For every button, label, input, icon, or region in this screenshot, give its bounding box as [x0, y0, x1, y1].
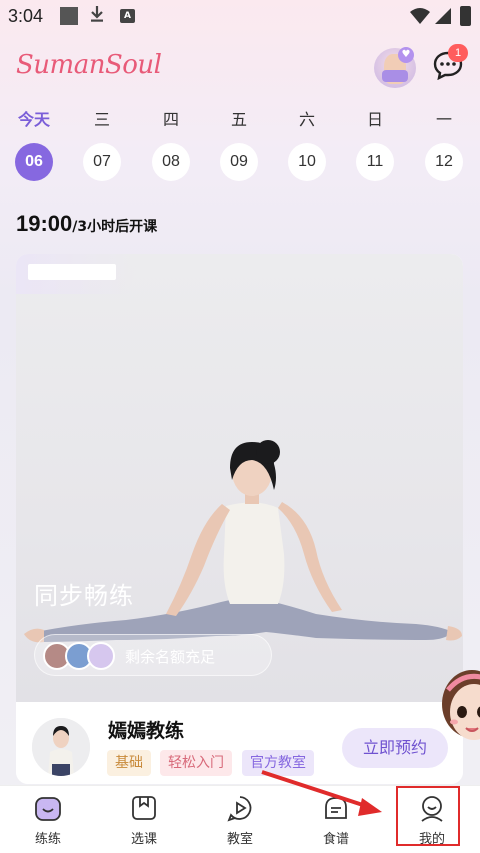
date-11[interactable]: 11	[356, 143, 394, 181]
weekday-label: 日	[366, 110, 383, 129]
coach-avatar[interactable]	[32, 718, 90, 776]
nav-practice[interactable]: 练练	[0, 786, 96, 853]
class-card[interactable]: 同步畅练 剩余名额充足 嫣嫣教练 基础 轻松入门 官方教室 立即预约	[16, 254, 463, 784]
wifi-icon	[410, 8, 430, 24]
weekday-label: 四	[162, 110, 179, 129]
class-hero-image[interactable]: 同步畅练 剩余名额充足	[16, 254, 463, 702]
class-title: 同步畅练	[34, 582, 134, 610]
nav-course-select[interactable]: 选课	[96, 786, 192, 853]
avatar-figure-belt	[382, 70, 408, 82]
signal-icon	[435, 8, 451, 24]
coach-info: 嫣嫣教练 基础 轻松入门 官方教室 立即预约	[16, 702, 463, 784]
mascot-character[interactable]	[438, 660, 480, 760]
date-08[interactable]: 08	[152, 143, 190, 181]
notification-square-icon	[60, 7, 78, 25]
class-tag: 轻松入门	[160, 750, 232, 776]
class-tag: 基础	[107, 750, 151, 776]
status-bar: 3:04 A	[0, 0, 480, 34]
practice-icon	[35, 797, 61, 821]
battery-icon	[460, 6, 471, 26]
course-select-icon	[132, 796, 156, 820]
weekday-label: 今天	[17, 110, 50, 129]
class-start-time: 19:00	[16, 211, 73, 236]
status-time: 3:04	[8, 6, 44, 26]
participant-avatar	[87, 642, 115, 670]
weekday-label: 一	[435, 110, 452, 129]
coach-name: 嫣嫣教练	[108, 720, 185, 742]
nav-label: 食谱	[322, 832, 349, 847]
nav-label: 选课	[130, 832, 157, 847]
nav-recipe[interactable]: 食谱	[288, 786, 384, 853]
a-badge-icon: A	[120, 9, 135, 23]
book-now-button[interactable]: 立即预约	[342, 728, 448, 768]
date-09[interactable]: 09	[220, 143, 258, 181]
weekday-label: 三	[93, 110, 110, 129]
download-icon	[90, 5, 104, 28]
weekday-label: 六	[298, 110, 315, 129]
date-06[interactable]: 06	[15, 143, 53, 181]
weekday-label: 五	[230, 110, 247, 129]
heart-icon: ♥	[398, 47, 414, 63]
date-07[interactable]: 07	[83, 143, 121, 181]
date-10[interactable]: 10	[288, 143, 326, 181]
recipe-icon	[325, 797, 347, 819]
annotation-highlight-box	[396, 786, 460, 846]
class-countdown: /3小时后开课	[72, 219, 158, 235]
nav-label: 练练	[34, 832, 61, 847]
class-tag: 官方教室	[242, 750, 314, 776]
message-count-badge: 1	[448, 44, 468, 62]
nav-classroom[interactable]: 教室	[192, 786, 288, 853]
quota-pill: 剩余名额充足	[34, 634, 272, 676]
date-12[interactable]: 12	[425, 143, 463, 181]
quota-text: 剩余名额充足	[125, 648, 216, 666]
app-logo: SumanSoul	[16, 50, 162, 80]
classroom-play-icon	[227, 796, 252, 822]
nav-label: 教室	[226, 832, 253, 847]
next-class-time: 19:00/3小时后开课	[16, 211, 157, 237]
